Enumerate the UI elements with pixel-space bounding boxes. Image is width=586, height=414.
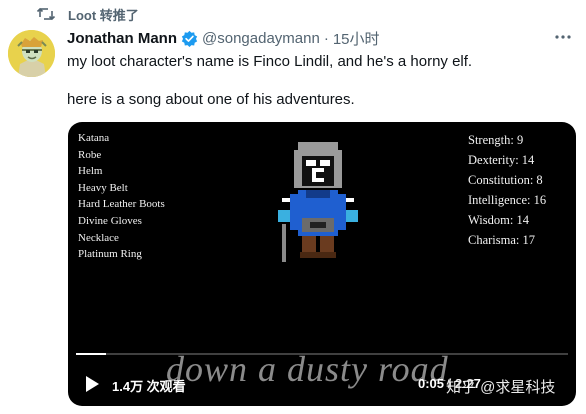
- more-options-icon[interactable]: [554, 28, 572, 51]
- stat-wisdom: Wisdom: 14: [468, 213, 529, 227]
- character-stats: Strength: 9 Dexterity: 14 Constitution: …: [468, 130, 546, 250]
- loot-item: Necklace: [78, 231, 119, 244]
- loot-item: Katana: [78, 132, 110, 144]
- loot-item: Platinum Ring: [78, 248, 142, 261]
- verified-badge-icon: [181, 30, 198, 47]
- watermark: 知乎 @求星科技: [446, 379, 556, 396]
- stat-charisma: Charisma: 17: [468, 233, 536, 247]
- tweet-time[interactable]: 15小时: [333, 28, 380, 49]
- loot-item: Heavy Belt: [78, 181, 128, 194]
- stat-intelligence: Intelligence: 16: [468, 193, 547, 207]
- retweet-icon: [36, 6, 56, 27]
- play-button-icon[interactable]: [84, 375, 100, 398]
- loot-item: Hard Leather Boots: [78, 198, 165, 211]
- loot-item: Helm: [78, 165, 103, 178]
- video-player[interactable]: Katana Robe Helm Heavy Belt Hard Leather…: [68, 122, 576, 406]
- video-progress-bar[interactable]: [76, 353, 568, 355]
- stat-constitution: Constitution: 8: [468, 173, 543, 187]
- retweet-context[interactable]: Loot 转推了: [36, 5, 139, 24]
- video-progress-fill: [76, 353, 106, 355]
- tweet-text: my loot character's name is Finco Lindil…: [67, 52, 572, 109]
- retweet-label[interactable]: Loot 转推了: [68, 5, 139, 24]
- separator: ·: [323, 30, 329, 47]
- stat-dexterity: Dexterity: 14: [468, 153, 535, 167]
- loot-item: Robe: [78, 148, 102, 161]
- tweet-header: Jonathan Mann @songadaymann · 15小时: [67, 28, 380, 49]
- view-count: 1.4万 次观看: [112, 379, 186, 394]
- avatar[interactable]: [8, 30, 55, 77]
- tweet-text-line: my loot character's name is Finco Lindil…: [67, 53, 473, 70]
- stat-strength: Strength: 9: [468, 133, 524, 147]
- loot-item-list: Katana Robe Helm Heavy Belt Hard Leather…: [78, 130, 165, 263]
- tweet-text-line: here is a song about one of his adventur…: [67, 91, 355, 108]
- loot-item: Divine Gloves: [78, 214, 142, 227]
- pixel-character-sprite: [278, 142, 358, 262]
- author-name[interactable]: Jonathan Mann: [67, 30, 177, 47]
- author-handle[interactable]: @songadaymann: [202, 30, 320, 47]
